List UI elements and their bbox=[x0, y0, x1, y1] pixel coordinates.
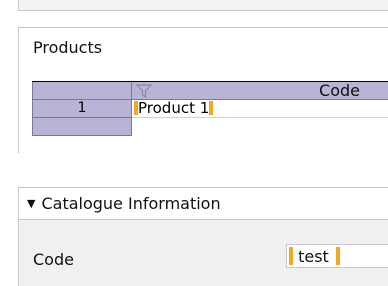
catalogue-section-header[interactable]: ▼ Catalogue Information bbox=[19, 188, 388, 220]
edit-marker-left bbox=[289, 247, 293, 265]
code-field-value: test bbox=[298, 247, 329, 266]
column-header-code[interactable]: Code bbox=[132, 82, 388, 100]
row-number[interactable] bbox=[32, 118, 132, 136]
row-number[interactable]: 1 bbox=[32, 100, 132, 118]
products-grid: Code 1 Product 1 bbox=[32, 81, 388, 136]
code-cell-value: Product 1 bbox=[138, 99, 210, 117]
grid-header-row: Code bbox=[32, 82, 388, 100]
top-panel-edge bbox=[18, 0, 388, 11]
table-row[interactable] bbox=[32, 118, 388, 136]
code-field[interactable]: test bbox=[286, 244, 388, 268]
column-header-label: Code bbox=[319, 81, 360, 100]
catalogue-section-title: Catalogue Information bbox=[41, 194, 221, 213]
filter-icon[interactable] bbox=[136, 83, 152, 99]
edit-marker-right bbox=[335, 247, 340, 265]
code-cell[interactable]: Product 1 bbox=[132, 100, 388, 118]
caret-down-icon[interactable]: ▼ bbox=[27, 188, 35, 219]
catalogue-section-body: Code test bbox=[19, 220, 388, 286]
row-selector-header[interactable] bbox=[32, 82, 132, 100]
products-panel: Products Code 1 Product 1 bbox=[18, 27, 388, 153]
table-row[interactable]: 1 Product 1 bbox=[32, 100, 388, 118]
code-field-label: Code bbox=[33, 250, 74, 269]
catalogue-information-panel: ▼ Catalogue Information Code test bbox=[18, 187, 388, 286]
edit-marker-right bbox=[209, 101, 214, 115]
code-cell[interactable] bbox=[132, 118, 388, 136]
products-panel-title: Products bbox=[33, 38, 103, 57]
